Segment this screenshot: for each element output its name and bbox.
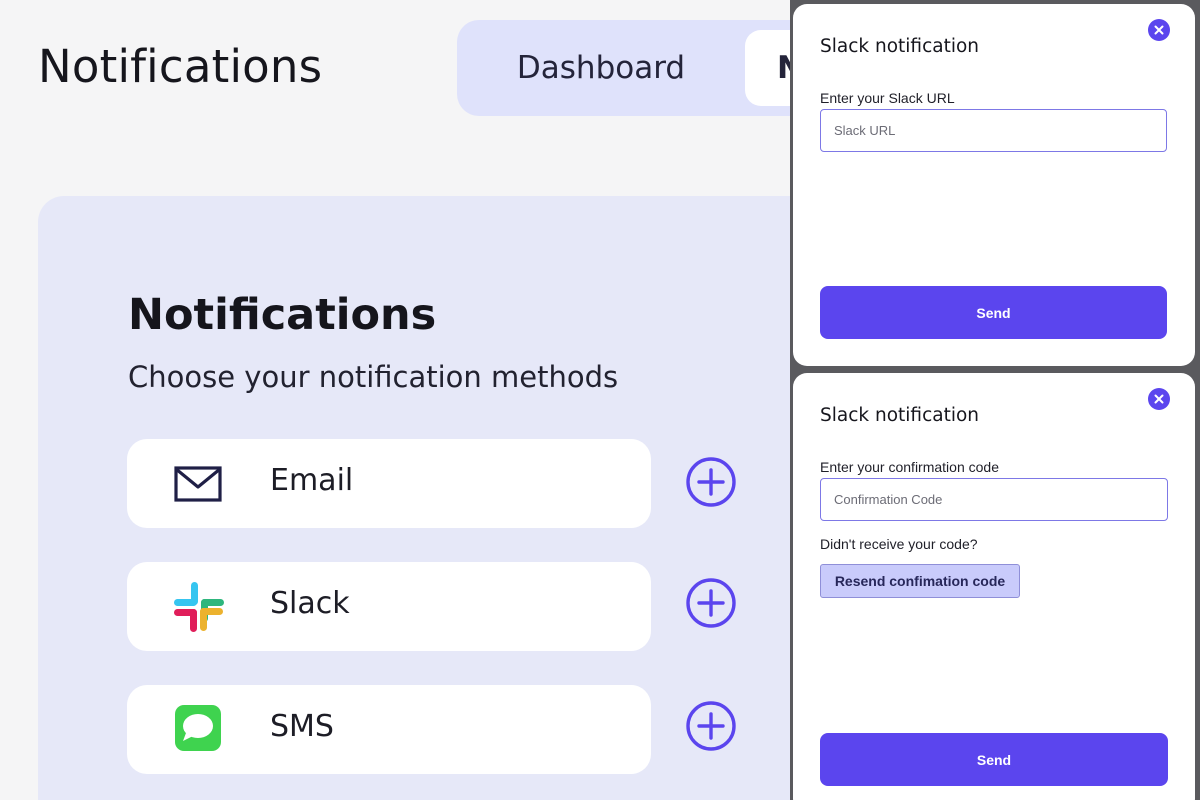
close-icon: [1154, 25, 1164, 35]
tab-dashboard[interactable]: Dashboard: [457, 30, 745, 106]
modal-title: Slack notification: [820, 405, 980, 426]
close-button[interactable]: [1148, 388, 1170, 410]
slack-url-input[interactable]: [820, 109, 1167, 152]
modal-title: Slack notification: [820, 36, 980, 57]
code-help-text: Didn't receive your code?: [820, 536, 978, 552]
tab-bar: Dashboard N: [457, 20, 790, 116]
close-button[interactable]: [1148, 19, 1170, 41]
page-title: Notifications: [38, 40, 323, 93]
plus-circle-icon: [686, 578, 736, 628]
slack-url-modal: Slack notification Enter your Slack URL …: [793, 4, 1195, 366]
slack-url-label: Enter your Slack URL: [820, 90, 955, 106]
plus-circle-icon: [686, 701, 736, 751]
message-bubble-icon: [173, 703, 225, 751]
panel-subtitle: Choose your notification methods: [128, 360, 619, 394]
method-card-slack[interactable]: Slack: [127, 562, 651, 651]
confirmation-code-modal: Slack notification Enter your confirmati…: [793, 373, 1195, 800]
method-label-sms: SMS: [270, 709, 334, 744]
send-button[interactable]: Send: [820, 733, 1168, 786]
panel-title: Notifications: [128, 290, 437, 340]
tab-notifications[interactable]: N: [745, 30, 790, 106]
method-card-sms[interactable]: SMS: [127, 685, 651, 774]
modal-overlay: Slack notification Enter your Slack URL …: [790, 0, 1200, 800]
resend-code-button[interactable]: Resend confimation code: [820, 564, 1020, 598]
method-label-slack: Slack: [270, 586, 350, 621]
method-label-email: Email: [270, 463, 354, 498]
confirmation-code-input[interactable]: [820, 478, 1168, 521]
add-slack-button[interactable]: [685, 577, 737, 629]
send-button[interactable]: Send: [820, 286, 1167, 339]
method-card-email[interactable]: Email: [127, 439, 651, 528]
add-email-button[interactable]: [685, 456, 737, 508]
notifications-page: Notifications Dashboard N Notifications …: [0, 0, 790, 800]
slack-logo-icon: [171, 579, 224, 632]
confirmation-code-label: Enter your confirmation code: [820, 459, 999, 475]
plus-circle-icon: [686, 457, 736, 507]
add-sms-button[interactable]: [685, 700, 737, 752]
envelope-icon: [173, 461, 225, 507]
close-icon: [1154, 394, 1164, 404]
